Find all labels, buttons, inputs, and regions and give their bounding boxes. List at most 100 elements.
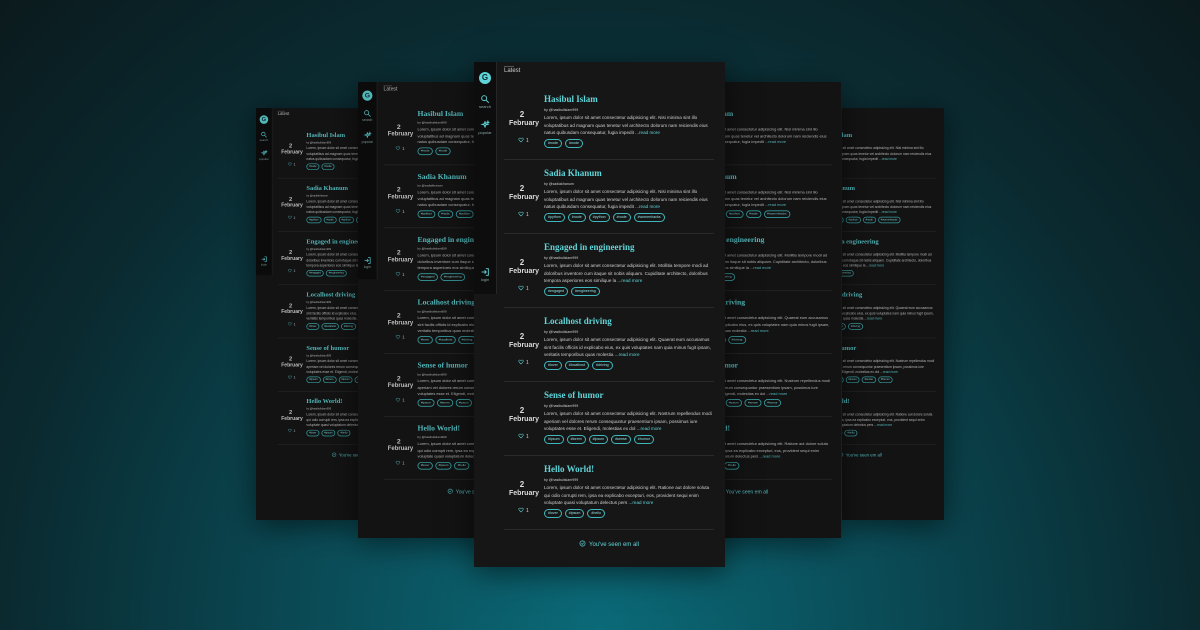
tag-chip[interactable]: #lorem — [436, 399, 453, 407]
tag-chip[interactable]: #node — [544, 139, 562, 148]
post-title[interactable]: Hasibul Islam — [418, 109, 464, 118]
like-button[interactable]: 1 — [288, 269, 295, 275]
tag-chip[interactable]: #node — [306, 163, 320, 170]
post-author[interactable]: by @hasibulislam999 — [418, 121, 447, 124]
tag-chip[interactable]: #hello — [844, 429, 858, 437]
tag-chip[interactable]: #node — [745, 210, 761, 218]
like-button[interactable]: 1 — [395, 397, 405, 404]
post-title[interactable]: Engaged in engineering — [544, 242, 635, 252]
tag-chip[interactable]: #lorem — [322, 376, 337, 384]
like-button[interactable]: 1 — [395, 209, 405, 216]
post-title[interactable]: Localhost driving — [842, 291, 862, 298]
read-more-link[interactable]: read more — [867, 317, 882, 321]
post-title[interactable]: Localhost driving — [418, 298, 476, 307]
read-more-link[interactable]: read more — [639, 204, 660, 209]
tag-chip[interactable]: #engaged — [417, 273, 438, 281]
read-more-link[interactable]: read more — [621, 278, 642, 283]
post-author[interactable]: by @hasibulislam999 — [418, 247, 447, 250]
sidebar-item-login[interactable]: login — [256, 256, 272, 266]
tag-chip[interactable]: #python — [845, 216, 861, 224]
tag-chip[interactable]: #ipsum — [321, 429, 336, 437]
post-title[interactable]: Sense of humor — [418, 361, 469, 370]
post-title[interactable]: Sense of humor — [544, 390, 604, 400]
tag-chip[interactable]: #node — [321, 163, 335, 170]
tag-chip[interactable]: #python — [725, 210, 743, 218]
post-author[interactable]: by @hasibulislam999 — [418, 436, 447, 439]
tag-chip[interactable]: #engineering — [842, 270, 854, 277]
tag-chip[interactable]: #lover — [417, 461, 433, 470]
tag-chip[interactable]: #ipsum — [417, 399, 435, 407]
sidebar-item-login[interactable]: login — [358, 256, 377, 269]
tag-chip[interactable]: #node — [565, 139, 583, 148]
post-title[interactable]: Engaged in engineering — [842, 238, 879, 245]
like-button[interactable]: 1 — [288, 215, 295, 221]
sidebar-item-search[interactable]: search — [474, 94, 496, 109]
read-more-link[interactable]: read more — [882, 210, 897, 214]
read-more-link[interactable]: read more — [619, 352, 640, 357]
tag-chip[interactable]: #node — [417, 147, 433, 156]
sidebar-item-login[interactable]: login — [474, 267, 496, 282]
like-button[interactable]: 1 — [395, 272, 405, 279]
post-title[interactable]: Localhost driving — [544, 316, 612, 326]
avatar[interactable]: G — [362, 90, 373, 101]
like-button[interactable]: 1 — [395, 146, 405, 153]
post-title[interactable]: Sense of humor — [306, 344, 349, 351]
post-author[interactable]: by @hasibulislam999 — [544, 108, 578, 112]
sidebar-item-popular[interactable]: popular — [474, 120, 496, 135]
tag-chip[interactable]: #driving — [340, 323, 356, 330]
read-more-link[interactable]: read more — [632, 500, 653, 505]
tag-chip[interactable]: #node — [842, 216, 844, 224]
tag-chip[interactable]: #ipsum — [544, 435, 564, 444]
post-author[interactable]: by @sadiakhanum — [544, 182, 574, 186]
read-more-link[interactable]: read more — [768, 203, 786, 207]
tag-chip[interactable]: #localhost — [321, 323, 339, 330]
sidebar-item-search[interactable]: search — [358, 109, 377, 122]
post-author[interactable]: by @sadiakhanum — [418, 184, 443, 187]
tag-chip[interactable]: #python — [455, 210, 474, 218]
tag-chip[interactable]: #humor — [633, 435, 654, 444]
read-more-link[interactable]: read more — [877, 423, 892, 427]
post-author[interactable]: by @hasibulislam999 — [544, 404, 578, 408]
post-title[interactable]: Localhost driving — [306, 291, 355, 298]
tag-chip[interactable]: #ipsum — [845, 376, 860, 384]
tag-chip[interactable]: #driving — [848, 323, 864, 330]
post-title[interactable]: Hello World! — [544, 464, 594, 474]
post-author[interactable]: by @hasibulislam999 — [544, 330, 578, 334]
tag-chip[interactable]: #node — [612, 213, 631, 222]
post-author[interactable]: by @hasibulislam999 — [544, 256, 578, 260]
like-button[interactable]: 1 — [395, 334, 405, 341]
sidebar-item-popular[interactable]: popular — [256, 149, 272, 161]
tag-chip[interactable]: #node — [863, 216, 877, 224]
tag-chip[interactable]: #lorem — [842, 376, 844, 384]
tag-chip[interactable]: #driving — [591, 361, 613, 370]
like-button[interactable]: 1 — [518, 359, 529, 367]
read-more-link[interactable]: read more — [762, 454, 780, 458]
tag-chip[interactable]: #humor — [763, 399, 781, 407]
tag-chip[interactable]: #lover — [417, 336, 433, 344]
tag-chip[interactable]: #engineering — [571, 287, 600, 296]
tag-chip[interactable]: #localhost — [564, 361, 589, 370]
like-button[interactable]: 1 — [288, 375, 295, 381]
post-title[interactable]: Sadia Khanum — [842, 184, 855, 191]
tag-chip[interactable]: #ipsum — [588, 435, 609, 444]
like-button[interactable]: 1 — [518, 433, 529, 441]
tag-chip[interactable]: #localhost — [842, 323, 847, 330]
tag-chip[interactable]: #node — [435, 147, 451, 156]
tag-chip[interactable]: #womenhacks — [763, 210, 790, 218]
tag-chip[interactable]: #ipsum — [725, 399, 742, 407]
tag-chip[interactable]: #ipsum — [564, 509, 585, 518]
tag-chip[interactable]: #ipsum — [455, 399, 473, 407]
tag-chip[interactable]: #humor — [878, 376, 893, 384]
tag-chip[interactable]: #python — [544, 213, 565, 222]
post-author[interactable]: by @hasibulislam999 — [306, 408, 331, 411]
tag-chip[interactable]: #python — [588, 213, 610, 222]
post-title[interactable]: Hello World! — [306, 397, 342, 404]
tag-chip[interactable]: #hello — [587, 509, 605, 518]
sidebar-item-popular[interactable]: popular — [358, 131, 377, 144]
post-author[interactable]: by @hasibulislam999 — [306, 248, 331, 251]
tag-chip[interactable]: #driving — [727, 336, 746, 344]
read-more-link[interactable]: read more — [882, 157, 897, 161]
like-button[interactable]: 1 — [395, 460, 405, 467]
tag-chip[interactable]: #lover — [544, 509, 562, 518]
tag-chip[interactable]: #hello — [454, 461, 470, 470]
